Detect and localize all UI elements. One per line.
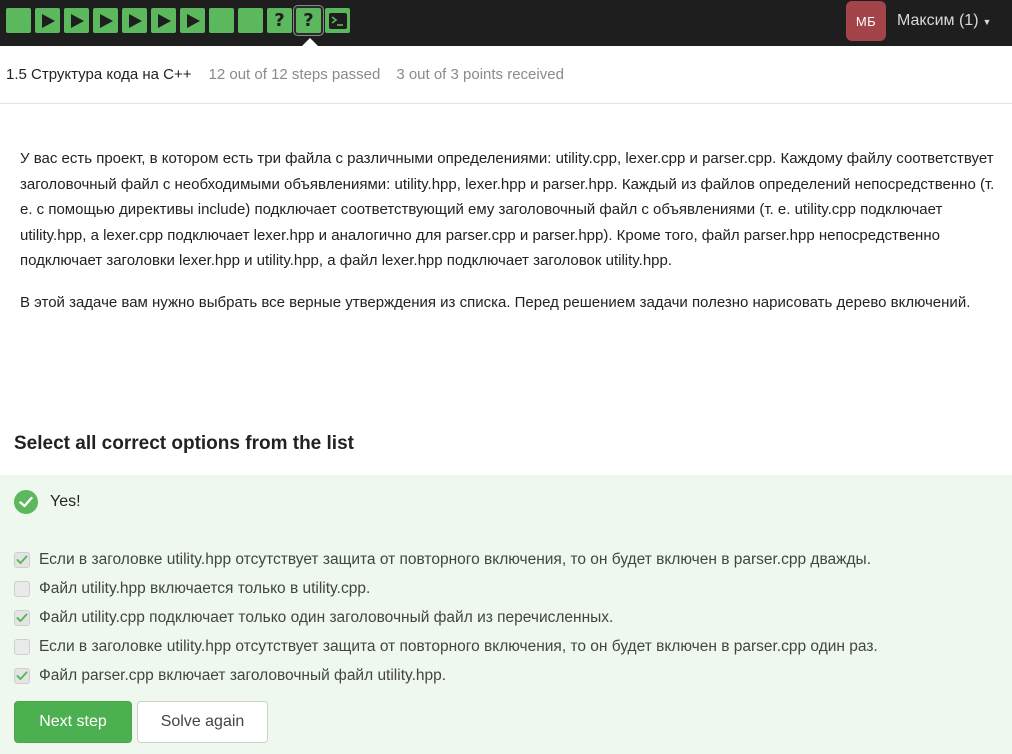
- question-icon: ?: [303, 10, 314, 31]
- terminal-icon: [328, 12, 347, 29]
- checkbox-checked[interactable]: [14, 609, 30, 626]
- play-icon: [128, 13, 142, 28]
- current-step-indicator: [302, 38, 318, 46]
- step-7-video[interactable]: [180, 8, 205, 33]
- checkmark-icon: [16, 671, 28, 680]
- options-list: Если в заголовке utility.hpp отсутствует…: [14, 546, 878, 690]
- step-navigation: ? ?: [6, 8, 350, 33]
- checkbox-unchecked[interactable]: [14, 581, 30, 598]
- feedback-panel: Yes! Если в заголовке utility.hpp отсутс…: [0, 475, 1012, 754]
- step-4-video[interactable]: [93, 8, 118, 33]
- steps-progress: 12 out of 12 steps passed: [208, 66, 381, 83]
- option-label: Файл parser.cpp включает заголовочный фа…: [39, 666, 447, 684]
- verdict-text: Yes!: [50, 493, 81, 510]
- option-3[interactable]: Файл utility.cpp подключает только один …: [14, 604, 878, 633]
- chevron-down-icon: ▼: [982, 17, 992, 27]
- step-5-video[interactable]: [122, 8, 147, 33]
- verdict: Yes!: [14, 490, 81, 514]
- points-progress: 3 out of 3 points received: [396, 66, 564, 83]
- lesson-title[interactable]: 1.5 Структура кода на C++: [6, 66, 192, 83]
- question-heading: Select all correct options from the list: [14, 433, 354, 454]
- step-2-video[interactable]: [35, 8, 60, 33]
- play-icon: [157, 13, 171, 28]
- option-2[interactable]: Файл utility.hpp включается только в uti…: [14, 575, 878, 604]
- option-5[interactable]: Файл parser.cpp включает заголовочный фа…: [14, 661, 878, 690]
- step-6-video[interactable]: [151, 8, 176, 33]
- checkbox-checked[interactable]: [14, 552, 30, 569]
- option-label: Если в заголовке utility.hpp отсутствует…: [39, 637, 878, 655]
- play-icon: [99, 13, 113, 28]
- checkbox-unchecked[interactable]: [14, 638, 30, 655]
- next-step-button[interactable]: Next step: [14, 701, 132, 743]
- step-8-passed[interactable]: [209, 8, 234, 33]
- option-label: Файл utility.cpp подключает только один …: [39, 608, 614, 626]
- option-1[interactable]: Если в заголовке utility.hpp отсутствует…: [14, 546, 878, 575]
- question-icon: ?: [274, 10, 285, 31]
- lesson-header: 1.5 Структура кода на C++ 12 out of 12 s…: [0, 46, 1012, 104]
- step-11-quiz-current[interactable]: ?: [296, 8, 321, 33]
- checkmark-icon: [16, 555, 28, 565]
- option-4[interactable]: Если в заголовке utility.hpp отсутствует…: [14, 632, 878, 661]
- step-1-passed[interactable]: [6, 8, 31, 33]
- play-icon: [70, 13, 84, 28]
- step-10-quiz[interactable]: ?: [267, 8, 292, 33]
- user-menu[interactable]: Максим (1) ▼: [897, 12, 991, 30]
- play-icon: [41, 13, 55, 28]
- task-statement: У вас есть проект, в котором есть три фа…: [20, 146, 995, 315]
- task-paragraph: В этой задаче вам нужно выбрать все верн…: [20, 293, 971, 311]
- check-circle-icon: [14, 490, 38, 514]
- solve-again-button[interactable]: Solve again: [137, 701, 268, 743]
- top-bar: ? ? МБ Максим (1) ▼: [0, 0, 1012, 46]
- option-label: Файл utility.hpp включается только в uti…: [39, 580, 371, 598]
- play-icon: [186, 13, 200, 28]
- step-12-code[interactable]: [325, 8, 350, 33]
- checkbox-checked[interactable]: [14, 667, 30, 684]
- option-label: Если в заголовке utility.hpp отсутствует…: [39, 551, 871, 569]
- avatar[interactable]: МБ: [846, 1, 886, 41]
- step-3-video[interactable]: [64, 8, 89, 33]
- step-9-passed[interactable]: [238, 8, 263, 33]
- task-paragraph: У вас есть проект, в котором есть три фа…: [20, 150, 995, 269]
- checkmark-icon: [16, 613, 28, 622]
- user-name: Максим (1): [897, 12, 979, 29]
